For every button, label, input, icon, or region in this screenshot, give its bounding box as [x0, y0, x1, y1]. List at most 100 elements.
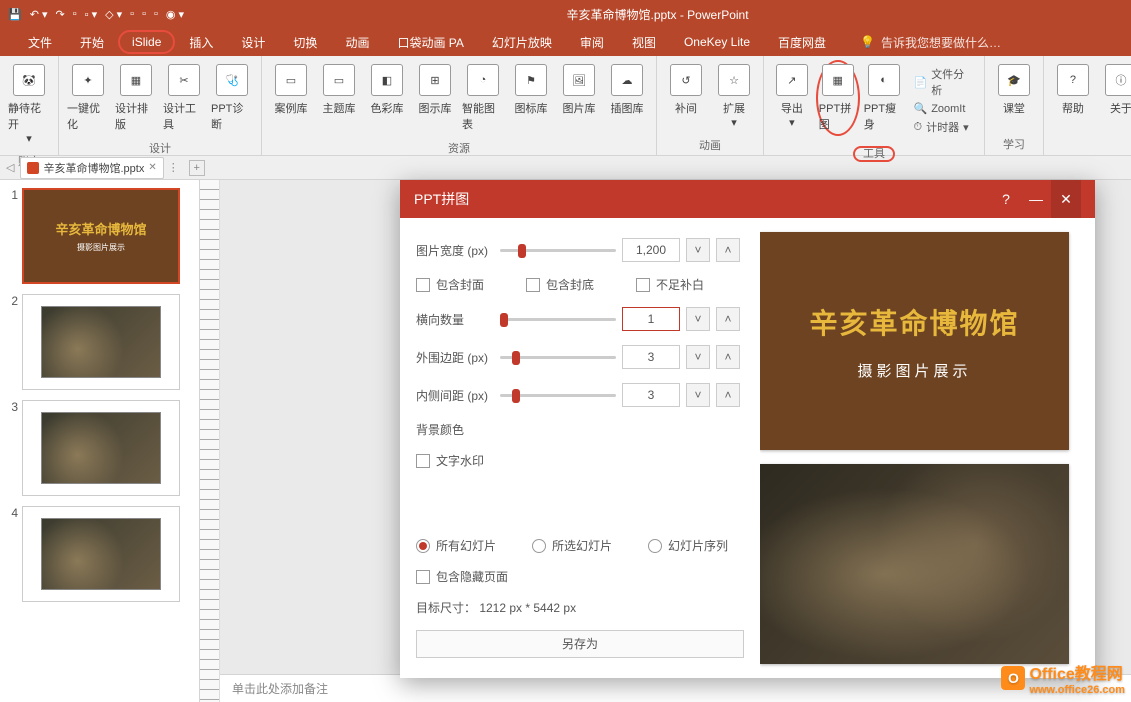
- save-as-button[interactable]: 另存为: [416, 630, 744, 658]
- tab-view[interactable]: 视图: [618, 28, 670, 57]
- outer-down-button[interactable]: ˅: [686, 345, 710, 369]
- ribbon-tabs: 文件 开始 iSlide 插入 设计 切换 动画 口袋动画 PA 幻灯片放映 审…: [0, 28, 1131, 56]
- ribbon-btn-zoomit[interactable]: 🔍ZoomIt: [913, 102, 971, 115]
- ribbon-btn-diagnose[interactable]: 🩺PPT诊断: [209, 60, 255, 136]
- ribbon-btn-diagram[interactable]: ⊞图示库: [412, 60, 458, 120]
- tab-koudai[interactable]: 口袋动画 PA: [383, 28, 477, 57]
- thumb-image: [41, 412, 161, 484]
- case-icon: ▭: [275, 64, 307, 96]
- inner-down-button[interactable]: ˅: [686, 383, 710, 407]
- ribbon-btn-tween[interactable]: ↺补间: [663, 60, 709, 120]
- width-up-button[interactable]: ˄: [716, 238, 740, 262]
- ribbon-btn-timer[interactable]: ⏱计时器▾: [913, 119, 971, 135]
- inner-value[interactable]: 3: [622, 383, 680, 407]
- document-tab[interactable]: 辛亥革命博物馆.pptx ✕: [20, 157, 163, 179]
- ribbon-btn-jingdai[interactable]: 🐼静待花开▾: [6, 60, 52, 149]
- hnum-up-button[interactable]: ˄: [716, 307, 740, 331]
- tab-onekey[interactable]: OneKey Lite: [670, 29, 764, 55]
- close-tab-icon[interactable]: ✕: [148, 162, 156, 173]
- ribbon-btn-puzzle[interactable]: ▦PPT拼图: [816, 60, 860, 136]
- width-down-button[interactable]: ˅: [686, 238, 710, 262]
- ribbon-btn-optimize[interactable]: ✦一键优化: [65, 60, 111, 136]
- ribbon-btn-smartchart[interactable]: ◔智能图表: [460, 60, 506, 136]
- slide-thumbnail-3[interactable]: [22, 400, 180, 496]
- ribbon-btn-help[interactable]: ?帮助: [1050, 60, 1096, 120]
- back-checkbox[interactable]: [526, 278, 540, 292]
- dialog-title: PPT拼图: [414, 189, 469, 209]
- outer-up-button[interactable]: ˄: [716, 345, 740, 369]
- ribbon-btn-extend[interactable]: ☆扩展▾: [711, 60, 757, 133]
- puzzle-icon: ▦: [822, 64, 854, 96]
- qat-item[interactable]: ▫: [130, 8, 134, 20]
- ribbon-btn-slim[interactable]: ◐PPT瘦身: [862, 60, 906, 136]
- width-value[interactable]: 1,200: [622, 238, 680, 262]
- save-icon[interactable]: 💾: [8, 8, 22, 21]
- slide-thumbnail-4[interactable]: [22, 506, 180, 602]
- optimize-icon: ✦: [72, 64, 104, 96]
- watermark-checkbox[interactable]: [416, 454, 430, 468]
- ribbon-btn-icon[interactable]: ⚑图标库: [508, 60, 554, 120]
- tab-insert[interactable]: 插入: [175, 28, 227, 57]
- ribbon-btn-color[interactable]: ◧色彩库: [364, 60, 410, 120]
- hidden-checkbox[interactable]: [416, 570, 430, 584]
- qat-item[interactable]: ◉ ▾: [166, 8, 184, 21]
- hnum-down-button[interactable]: ˅: [686, 307, 710, 331]
- qat-item[interactable]: ▫: [142, 8, 146, 20]
- inner-slider[interactable]: [500, 394, 616, 397]
- redo-icon[interactable]: ↷: [56, 8, 65, 21]
- ribbon-btn-case[interactable]: ▭案例库: [268, 60, 314, 120]
- undo-icon[interactable]: ↶ ▾: [30, 8, 48, 21]
- slide-thumbnail-2[interactable]: [22, 294, 180, 390]
- hnum-slider[interactable]: [500, 318, 616, 321]
- tab-review[interactable]: 审阅: [566, 28, 618, 57]
- slide-thumbnails-panel: 1 辛亥革命博物馆 摄影图片展示 2 3 4: [0, 180, 200, 702]
- ribbon-btn-image[interactable]: 🖼图片库: [556, 60, 602, 120]
- dialog-titlebar[interactable]: PPT拼图 ? — ✕: [400, 180, 1095, 218]
- ribbon-btn-theme[interactable]: ▭主题库: [316, 60, 362, 120]
- slide-thumbnail-1[interactable]: 辛亥革命博物馆 摄影图片展示: [22, 188, 180, 284]
- ribbon-btn-tools[interactable]: ✂设计工具: [161, 60, 207, 136]
- outer-slider[interactable]: [500, 356, 616, 359]
- inner-up-button[interactable]: ˄: [716, 383, 740, 407]
- tabs-scroll-icon[interactable]: ◁: [6, 161, 14, 174]
- tab-islide[interactable]: iSlide: [118, 30, 175, 54]
- notes-pane[interactable]: 单击此处添加备注: [220, 674, 1131, 702]
- ribbon-btn-export[interactable]: ↗导出▾: [770, 60, 814, 133]
- fill-checkbox[interactable]: [636, 278, 650, 292]
- tab-menu-icon[interactable]: ⋮: [168, 161, 179, 174]
- new-tab-button[interactable]: +: [189, 160, 205, 176]
- qat-item[interactable]: ▫: [73, 8, 77, 20]
- radio-all-slides[interactable]: [416, 539, 430, 553]
- tab-animation[interactable]: 动画: [331, 28, 383, 57]
- tell-me[interactable]: 💡 告诉我您想要做什么…: [860, 34, 1001, 51]
- width-slider[interactable]: [500, 249, 616, 252]
- ribbon-btn-analyze[interactable]: 📄文件分析: [913, 66, 971, 98]
- diagnose-icon: 🩺: [216, 64, 248, 96]
- office-logo-icon: O: [1001, 666, 1025, 690]
- fill-label: 不足补白: [656, 276, 704, 293]
- qat-item[interactable]: ◇ ▾: [105, 8, 122, 21]
- qat-item[interactable]: ▫: [154, 8, 158, 20]
- ribbon-btn-class[interactable]: 🎓课堂: [991, 60, 1037, 120]
- ribbon-btn-about[interactable]: ⓘ关于: [1098, 60, 1131, 120]
- ppt-puzzle-dialog: PPT拼图 ? — ✕ 图片宽度 (px) 1,200 ˅ ˄ 包含封面 包含封…: [400, 180, 1095, 678]
- tab-baidu[interactable]: 百度网盘: [764, 28, 840, 57]
- tab-slideshow[interactable]: 幻灯片放映: [478, 28, 566, 57]
- tab-home[interactable]: 开始: [66, 28, 118, 57]
- tab-design[interactable]: 设计: [227, 28, 279, 57]
- ribbon-btn-layout[interactable]: ▦设计排版: [113, 60, 159, 136]
- close-button[interactable]: ✕: [1051, 180, 1081, 218]
- back-label: 包含封底: [546, 276, 594, 293]
- outer-value[interactable]: 3: [622, 345, 680, 369]
- hnum-value[interactable]: 1: [622, 307, 680, 331]
- radio-selected-slides[interactable]: [532, 539, 546, 553]
- minimize-button[interactable]: —: [1021, 191, 1051, 207]
- tab-file[interactable]: 文件: [14, 28, 66, 57]
- inner-label: 内侧间距 (px): [416, 387, 494, 404]
- qat-item[interactable]: ▫ ▾: [85, 8, 97, 21]
- cover-checkbox[interactable]: [416, 278, 430, 292]
- tab-transition[interactable]: 切换: [279, 28, 331, 57]
- ribbon-btn-illust[interactable]: ☁插图库: [604, 60, 650, 120]
- radio-slide-sequence[interactable]: [648, 539, 662, 553]
- help-button[interactable]: ?: [991, 191, 1021, 207]
